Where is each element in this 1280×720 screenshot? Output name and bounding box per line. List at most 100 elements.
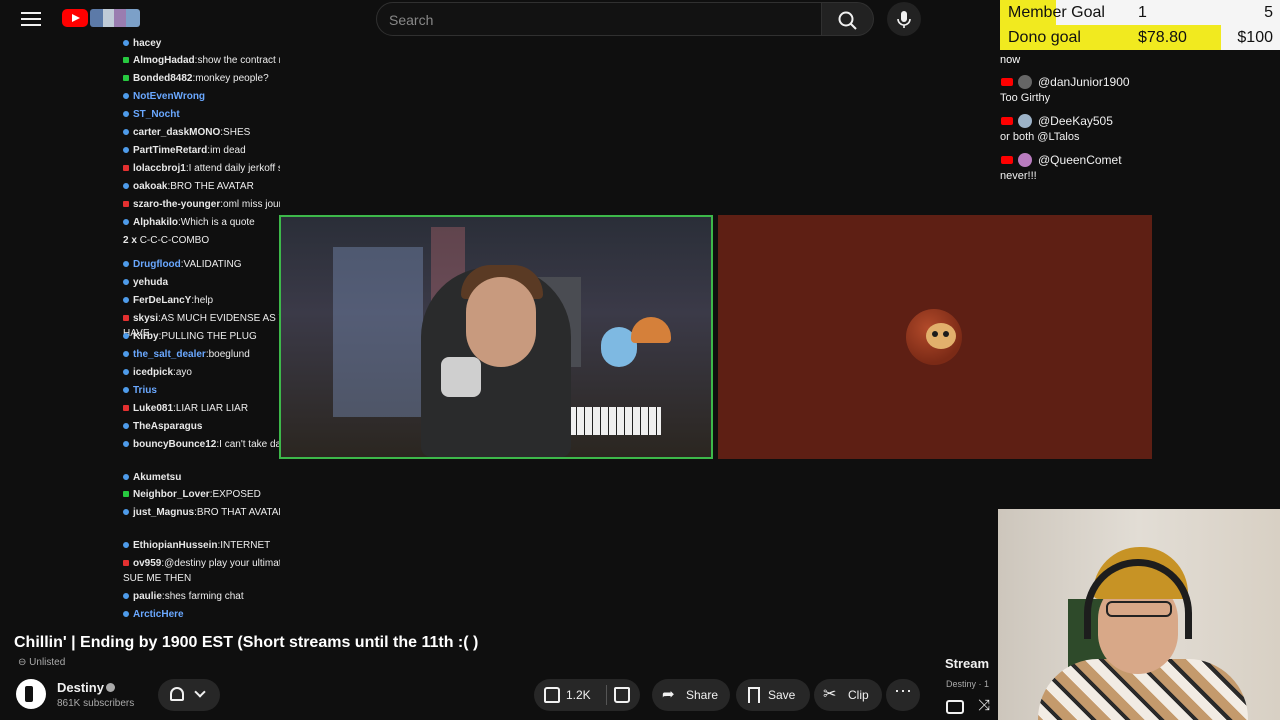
chat-badge-icon bbox=[123, 509, 129, 516]
chat-username[interactable]: lolaccbroj1 bbox=[133, 163, 186, 174]
chat-username[interactable]: carter_daskMONO bbox=[133, 127, 220, 138]
save-button[interactable]: Save bbox=[736, 679, 810, 711]
dono-goal-target: $100 bbox=[1237, 29, 1273, 46]
chat-username[interactable]: Kirby bbox=[133, 331, 159, 342]
save-label: Save bbox=[768, 688, 796, 702]
stream-chat: hacey AlmogHadad:show the contract ma'am B… bbox=[120, 36, 280, 621]
chat-username[interactable]: paulie bbox=[133, 591, 162, 602]
voice-search-button[interactable] bbox=[887, 2, 921, 36]
chat-badge-icon bbox=[123, 93, 129, 100]
share-button[interactable]: Share bbox=[652, 679, 730, 711]
more-actions-button[interactable] bbox=[886, 679, 920, 711]
chat-badge-icon bbox=[123, 542, 129, 549]
chat-username[interactable]: AlmogHadad bbox=[133, 55, 195, 66]
shuffle-icon[interactable] bbox=[978, 697, 996, 714]
member-goal-current: 1 bbox=[1138, 4, 1147, 21]
channel-name[interactable]: Destiny bbox=[57, 680, 104, 695]
search-input[interactable]: Search bbox=[376, 2, 822, 36]
hamburger-menu-button[interactable] bbox=[18, 8, 44, 30]
chat-badge-icon bbox=[123, 129, 129, 136]
chat-username[interactable]: ArcticHere bbox=[133, 609, 184, 620]
chat-message: FerDeLancY:help bbox=[123, 293, 280, 308]
chat-username[interactable]: ov959 bbox=[133, 558, 161, 569]
youtube-watch-page: Search Member Goal 1 5 Dono goal $78.80 … bbox=[0, 0, 1280, 720]
chat-text: VALIDATING bbox=[183, 259, 242, 270]
chat-message: carter_daskMONO:SHES bbox=[123, 125, 280, 140]
visibility-badge: ⊖ Unlisted bbox=[18, 657, 65, 668]
chat-badge-icon bbox=[123, 201, 129, 208]
chat-username[interactable]: Drugflood bbox=[133, 259, 181, 270]
chat-message: oakoak:BRO THE AVATAR bbox=[123, 179, 280, 194]
subscriber-count: 861K subscribers bbox=[57, 698, 135, 709]
verified-icon bbox=[106, 683, 115, 692]
overlay-chat-tail: now bbox=[1000, 54, 1021, 66]
chat-badge-icon bbox=[123, 297, 129, 304]
chat-username[interactable]: Alphakilo bbox=[133, 217, 178, 228]
clip-button[interactable]: Clip bbox=[814, 679, 882, 711]
chat-username[interactable]: Trius bbox=[133, 385, 157, 396]
dono-goal-label: Dono goal bbox=[1008, 29, 1081, 46]
chat-username[interactable]: Neighbor_Lover bbox=[133, 489, 210, 500]
chat-username[interactable]: Bonded8482 bbox=[133, 73, 192, 84]
chat-message: the_salt_dealer:boeglund bbox=[123, 347, 280, 362]
member-goal-target: 5 bbox=[1264, 4, 1273, 21]
repeat-icon[interactable] bbox=[946, 700, 964, 714]
chat-username[interactable]: bouncyBounce12 bbox=[133, 439, 216, 450]
chat-username[interactable]: Akumetsu bbox=[133, 472, 181, 483]
chat-message: Bonded8482:monkey people? bbox=[123, 71, 280, 86]
sidebar-preview-title[interactable]: Stream bbox=[945, 656, 989, 671]
search-button[interactable] bbox=[822, 2, 874, 36]
chat-message: EthiopianHussein:INTERNET bbox=[123, 538, 280, 553]
chat-message: icedpick:ayo bbox=[123, 365, 280, 380]
chat-message: AlmogHadad:show the contract ma'am bbox=[123, 53, 280, 68]
chat-username[interactable]: oakoak bbox=[133, 181, 167, 192]
notification-bell-button[interactable] bbox=[158, 679, 220, 711]
chat-text: im dead bbox=[210, 145, 246, 156]
chat-badge-icon bbox=[123, 75, 129, 82]
chat-username[interactable]: Luke081 bbox=[133, 403, 173, 414]
microphone-icon bbox=[897, 11, 911, 28]
chat-username[interactable]: TheAsparagus bbox=[133, 421, 202, 432]
chat-username[interactable]: ST_Nocht bbox=[133, 109, 180, 120]
chat-username[interactable]: icedpick bbox=[133, 367, 173, 378]
chat-username[interactable]: FerDeLancY bbox=[133, 295, 191, 306]
chat-username[interactable]: EthiopianHussein bbox=[133, 540, 217, 551]
chat-badge-icon bbox=[123, 369, 129, 376]
chat-username[interactable]: szaro-the-younger bbox=[133, 199, 220, 210]
chat-username[interactable]: yehuda bbox=[133, 277, 168, 288]
thumbs-down-icon[interactable] bbox=[614, 687, 630, 703]
chat-badge-icon bbox=[123, 315, 129, 322]
chat-username[interactable]: skysi bbox=[133, 313, 158, 324]
channel-avatar[interactable] bbox=[16, 679, 46, 709]
chat-username[interactable]: hacey bbox=[133, 38, 161, 49]
chat-text: LIAR LIAR LIAR bbox=[175, 403, 249, 414]
chat-username[interactable]: just_Magnus bbox=[133, 507, 194, 518]
thumbs-up-icon[interactable] bbox=[544, 687, 560, 703]
lamp bbox=[631, 317, 671, 343]
chat-username[interactable]: the_salt_dealer bbox=[133, 349, 206, 360]
like-dislike-group: 1.2K bbox=[534, 679, 640, 711]
monkey-eye bbox=[932, 331, 938, 337]
chat-message: Trius bbox=[123, 383, 280, 398]
chat-badge-icon bbox=[123, 219, 129, 226]
youtube-logo[interactable] bbox=[62, 8, 142, 28]
chat-username[interactable]: NotEvenWrong bbox=[133, 91, 205, 102]
chat-badge-icon bbox=[123, 183, 129, 190]
chat-username[interactable]: PartTimeRetard bbox=[133, 145, 207, 156]
chat-badge-icon bbox=[123, 40, 129, 47]
chat-text: oml miss journalist bbox=[223, 199, 280, 210]
overlay-chat-handle: @QueenComet bbox=[1038, 153, 1122, 167]
chat-badge-icon bbox=[123, 423, 129, 430]
chat-badge-icon bbox=[123, 593, 129, 600]
chat-username[interactable]: 2 x bbox=[123, 235, 137, 246]
chat-badge-icon bbox=[123, 147, 129, 154]
monkey-face bbox=[926, 323, 956, 349]
like-count[interactable]: 1.2K bbox=[566, 688, 591, 702]
bookmark-icon bbox=[748, 687, 760, 703]
overlay-chat-message: never!!! bbox=[1000, 170, 1037, 182]
share-label: Share bbox=[686, 688, 719, 702]
chat-badge-icon bbox=[123, 333, 129, 340]
clip-label: Clip bbox=[848, 688, 869, 702]
overlay-chat-message: or both @LTalos bbox=[1000, 131, 1080, 143]
chat-badge-icon bbox=[123, 351, 129, 358]
